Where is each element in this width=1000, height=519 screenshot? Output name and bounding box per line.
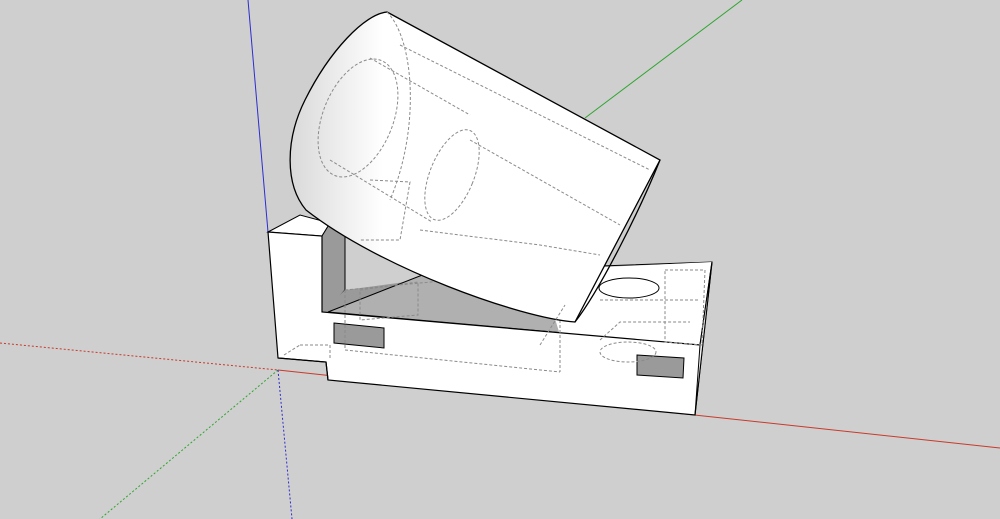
- blue-axis-negative: [277, 369, 293, 519]
- mounting-hole[interactable]: [598, 277, 660, 299]
- cylinder[interactable]: [289, 11, 661, 323]
- slot-left[interactable]: [333, 322, 385, 349]
- scene-canvas[interactable]: [0, 0, 1000, 519]
- green-axis-negative: [99, 369, 279, 519]
- slot-right[interactable]: [636, 354, 685, 379]
- base-notch: [277, 357, 329, 381]
- green-axis-positive: [584, 0, 743, 119]
- red-axis-negative: [0, 342, 279, 371]
- blue-axis-positive: [247, 0, 269, 233]
- modeling-viewport[interactable]: [0, 0, 1000, 519]
